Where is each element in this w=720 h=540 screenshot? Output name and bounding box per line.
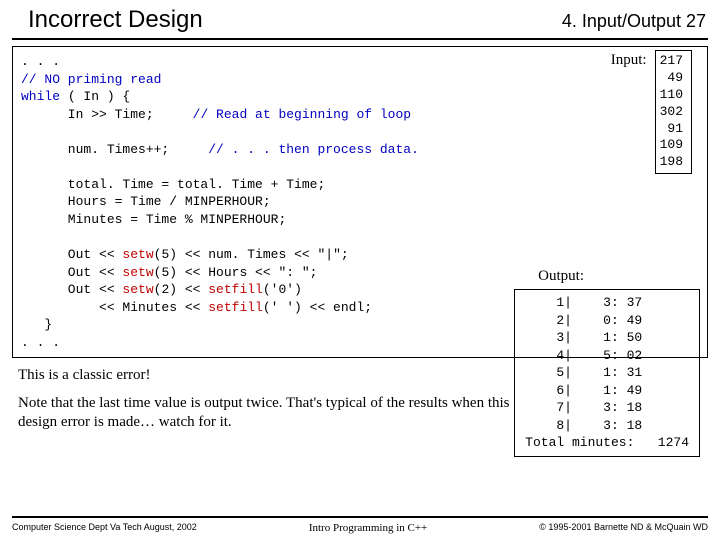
- code-func: setfill: [208, 282, 263, 297]
- code-comment: // NO priming read: [21, 72, 161, 87]
- code-text: (2) <<: [154, 282, 209, 297]
- code-text: Hours = Time / MINPERHOUR;: [21, 194, 271, 209]
- note-paragraph: Note that the last time value is output …: [18, 394, 510, 433]
- footer: Computer Science Dept Va Tech August, 20…: [12, 516, 708, 534]
- input-values: 217 49 110 302 91 109 198: [655, 50, 692, 174]
- input-block: Input: 217 49 110 302 91 109 198: [611, 50, 692, 174]
- notes: This is a classic error! Note that the l…: [18, 366, 510, 433]
- input-label: Input:: [611, 52, 647, 69]
- note-paragraph: This is a classic error!: [18, 366, 510, 386]
- chapter-label: 4. Input/Output 27: [562, 11, 706, 32]
- code-text: ('0'): [263, 282, 302, 297]
- footer-center: Intro Programming in C++: [309, 522, 427, 534]
- code-text: Out <<: [21, 247, 122, 262]
- code-text: Out <<: [21, 265, 122, 280]
- code-text: (5) << Hours << ": ";: [154, 265, 318, 280]
- code-text: num. Times++;: [21, 142, 208, 157]
- header-divider: [12, 38, 708, 40]
- footer-right: © 1995-2001 Barnette ND & McQuain WD: [539, 522, 708, 534]
- code-func: setw: [122, 247, 153, 262]
- code-text: (' ') << endl;: [263, 300, 372, 315]
- code-text: << Minutes <<: [21, 300, 208, 315]
- code-text: In >> Time;: [21, 107, 193, 122]
- page-title: Incorrect Design: [28, 6, 203, 34]
- code-comment: // . . . then process data.: [208, 142, 419, 157]
- footer-left: Computer Science Dept Va Tech August, 20…: [12, 522, 197, 534]
- code-line: . . .: [21, 335, 60, 350]
- code-text: total. Time = total. Time + Time;: [21, 177, 325, 192]
- code-line: . . .: [21, 54, 60, 69]
- code-text: }: [21, 317, 52, 332]
- code-keyword: while: [21, 89, 60, 104]
- output-values: 1| 3: 37 2| 0: 49 3| 1: 50 4| 5: 02 5| 1…: [514, 289, 700, 457]
- code-func: setw: [122, 265, 153, 280]
- code-text: Minutes = Time % MINPERHOUR;: [21, 212, 286, 227]
- code-text: Out <<: [21, 282, 122, 297]
- code-text: (5) << num. Times << "|";: [154, 247, 349, 262]
- output-label: Output:: [538, 268, 700, 285]
- code-comment: // Read at beginning of loop: [193, 107, 411, 122]
- code-func: setfill: [208, 300, 263, 315]
- code-func: setw: [122, 282, 153, 297]
- code-text: ( In ) {: [60, 89, 130, 104]
- output-block: Output: 1| 3: 37 2| 0: 49 3| 1: 50 4| 5:…: [514, 268, 700, 457]
